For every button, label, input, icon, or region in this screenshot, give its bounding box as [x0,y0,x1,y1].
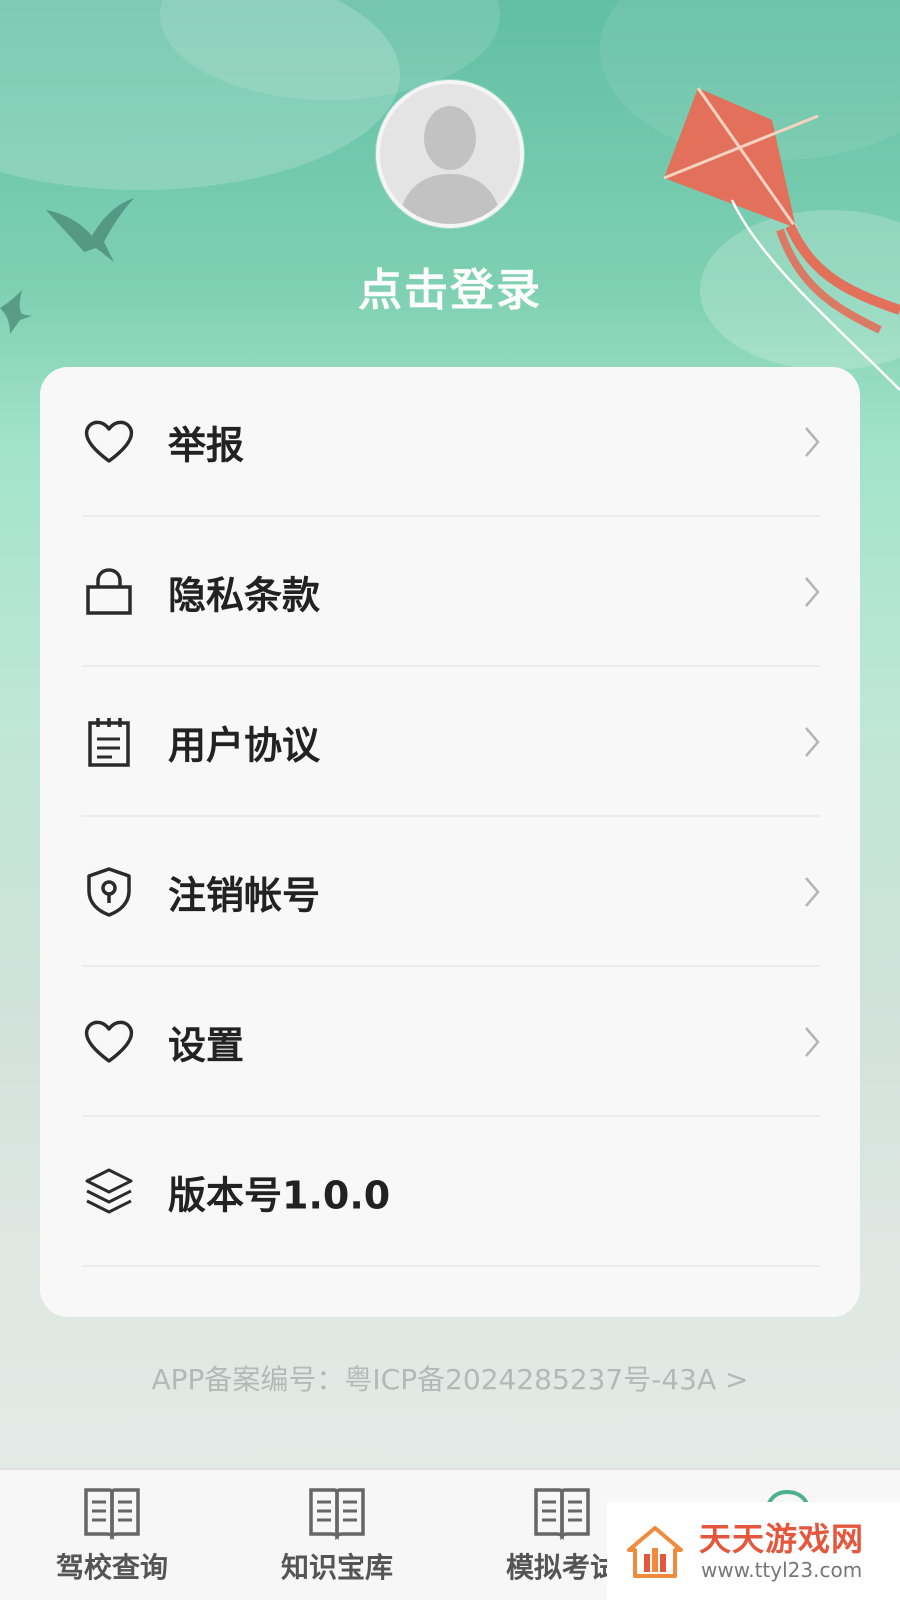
layers-icon [85,1168,133,1214]
menu-item-delete-account[interactable]: 注销帐号 [40,817,860,967]
menu-item-version: 版本号1.0.0 [40,1117,860,1267]
heart-icon [84,420,134,463]
heart-icon [84,1020,134,1063]
default-avatar-icon [380,84,520,224]
version-label: 版本号1.0.0 [168,1173,391,1218]
book-icon [309,1488,365,1540]
chevron-right-icon [805,1027,820,1057]
icp-record-link[interactable]: APP备案编号：粤ICP备2024285237号-43A > [0,1358,900,1398]
shield-keyhole-icon [87,867,131,917]
menu-item-privacy[interactable]: 隐私条款 [40,517,860,667]
settings-menu-card: 举报 隐私条款 用户协议 注销帐号 设置 版本号1.0.0 [40,367,860,1317]
menu-item-label: 举报 [168,423,245,468]
menu-item-label: 注销帐号 [168,873,321,918]
profile-header: 点击登录 [0,80,900,318]
tab-label: 模拟考试 [505,1551,618,1584]
book-icon [534,1488,590,1540]
menu-item-label: 用户协议 [168,723,321,768]
menu-item-report[interactable]: 举报 [40,367,860,517]
menu-item-label: 设置 [168,1023,245,1068]
chevron-right-icon [805,577,820,607]
tab-knowledge-base[interactable]: 知识宝库 [247,1484,427,1586]
menu-item-label: 隐私条款 [168,573,321,618]
watermark-title: 天天游戏网 [699,1520,865,1558]
watermark-url: www.ttyl23.com [701,1558,863,1582]
tab-label: 知识宝库 [280,1551,393,1584]
chevron-right-icon [805,427,820,457]
clipboard-icon [88,718,130,767]
divider [82,1265,820,1267]
chevron-right-icon [805,727,820,757]
avatar[interactable] [376,80,524,228]
chevron-right-icon [805,877,820,907]
menu-item-user-agreement[interactable]: 用户协议 [40,667,860,817]
app-screen: 点击登录 举报 隐私条款 用户协议 注销帐号 设置 版本号1.0.0 APP备案… [0,0,900,1600]
login-button[interactable]: 点击登录 [358,254,542,318]
tab-label: 驾校查询 [55,1551,168,1584]
book-icon [84,1488,140,1540]
tab-driving-school[interactable]: 驾校查询 [22,1484,202,1586]
site-watermark: 天天游戏网 www.ttyl23.com [607,1502,900,1600]
menu-item-settings[interactable]: 设置 [40,967,860,1117]
lock-icon [86,568,132,615]
house-logo-icon [627,1526,683,1578]
